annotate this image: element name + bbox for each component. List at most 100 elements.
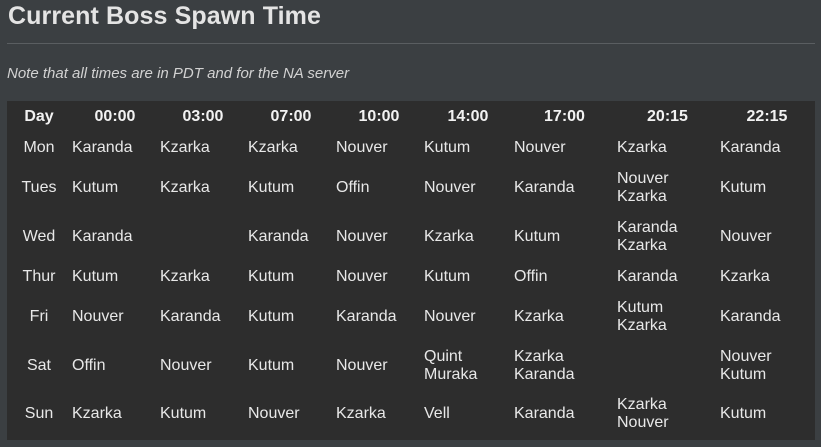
boss-name: Kutum	[72, 178, 119, 196]
boss-name: Karanda	[514, 178, 575, 196]
boss-name: Kzarka	[72, 405, 122, 422]
boss-name: Kzarka	[514, 308, 564, 325]
boss-name: Karanda	[248, 228, 309, 245]
boss-cell	[616, 343, 719, 389]
boss-name: Karanda	[720, 139, 781, 156]
boss-cell: Kutum	[513, 211, 616, 263]
boss-name: Karanda	[72, 228, 133, 245]
boss-cell: Karanda	[335, 291, 423, 343]
table-row: Mon Karanda Kzarka Kzarka Nouver Kutum Nouver K…	[7, 132, 815, 164]
boss-cell: Nouver	[335, 263, 423, 291]
boss-name: Kzarka	[617, 139, 667, 156]
boss-cell: Kutum	[719, 164, 815, 211]
day-cell: Wed	[22, 228, 56, 245]
boss-cell: Karanda	[71, 132, 159, 164]
boss-name: Kzarka	[160, 139, 210, 156]
boss-name: Nouver	[424, 308, 476, 325]
boss-name: Muraka	[424, 366, 478, 383]
boss-cell: Karanda	[71, 211, 159, 263]
boss-cell: Kutum	[423, 132, 513, 164]
boss-name: Nouver	[336, 139, 388, 156]
boss-cell: Kutum	[247, 343, 335, 389]
boss-cell: Kzarka	[719, 263, 815, 291]
boss-cell: Kzarka Karanda	[513, 343, 616, 389]
boss-name: Kutum	[160, 405, 207, 422]
boss-cell: Nouver	[423, 164, 513, 211]
boss-name: Nouver	[72, 308, 124, 325]
day-cell: Sat	[26, 357, 51, 374]
boss-name: Karanda	[617, 268, 678, 285]
header-time: 14:00	[447, 107, 489, 125]
header-time: 22:15	[746, 107, 788, 125]
boss-cell: Karanda	[247, 211, 335, 263]
boss-cell: Kzarka	[71, 389, 159, 439]
boss-cell: Karanda	[513, 164, 616, 211]
boss-cell: Karanda	[719, 132, 815, 164]
boss-name: Kutum	[514, 228, 561, 245]
header-row: Day 00:00 03:00 07:00 10:00 14:00 17:00 …	[7, 101, 815, 132]
boss-name: Kutum	[248, 308, 295, 325]
boss-cell: Nouver	[513, 132, 616, 164]
boss-name: Karanda	[617, 219, 678, 236]
boss-cell: Karanda	[159, 291, 247, 343]
boss-name: Kutum	[720, 366, 767, 383]
boss-name: Kutum	[617, 299, 664, 316]
boss-cell: Nouver	[335, 132, 423, 164]
day-cell: Tues	[21, 178, 57, 196]
boss-cell: Nouver	[335, 343, 423, 389]
boss-name: Nouver	[617, 414, 669, 431]
boss-name: Offin	[514, 268, 548, 285]
boss-name: Nouver	[720, 228, 772, 245]
boss-cell	[159, 211, 247, 263]
boss-name: Kzarka	[617, 187, 667, 205]
boss-name: Vell	[424, 405, 450, 422]
table-row: Fri Nouver Karanda Kutum Karanda Nouver Kzarka…	[7, 291, 815, 343]
boss-cell: Kutum	[247, 263, 335, 291]
header-time: 10:00	[358, 107, 400, 125]
boss-cell: Kzarka	[616, 132, 719, 164]
boss-name: Quint	[424, 348, 463, 365]
boss-name: Kzarka	[160, 178, 210, 196]
boss-cell: Nouver	[71, 291, 159, 343]
boss-name: Nouver	[336, 357, 388, 374]
day-cell: Sun	[24, 405, 54, 422]
boss-cell: Nouver	[335, 211, 423, 263]
boss-name: Kutum	[248, 357, 295, 374]
boss-name: Kzarka	[617, 396, 667, 413]
boss-cell: Vell	[423, 389, 513, 439]
boss-cell: Quint Muraka	[423, 343, 513, 389]
boss-name: Nouver	[160, 357, 212, 374]
table-row: Wed Karanda Karanda Nouver Kzarka Kutum Karand…	[7, 211, 815, 263]
boss-cell: Kutum	[159, 389, 247, 439]
boss-name: Nouver	[336, 228, 388, 245]
header-time: 17:00	[544, 107, 585, 125]
boss-cell: Karanda	[616, 263, 719, 291]
boss-name: Karanda	[160, 308, 221, 325]
boss-cell: Nouver	[247, 389, 335, 439]
boss-name: Nouver	[248, 405, 300, 422]
boss-cell: Kzarka	[159, 164, 247, 211]
boss-cell: Nouver Kzarka	[616, 164, 719, 211]
boss-cell: Karanda	[513, 389, 616, 439]
boss-cell: Kzarka	[159, 132, 247, 164]
boss-name: Kutum	[720, 178, 767, 196]
boss-name: Nouver	[336, 268, 388, 285]
boss-cell: Kutum	[423, 263, 513, 291]
boss-cell: Nouver	[423, 291, 513, 343]
boss-name: Offin	[336, 178, 370, 196]
boss-name: Kutum	[424, 268, 471, 285]
boss-name: Kzarka	[617, 237, 667, 254]
table-row: Tues Kutum Kzarka Kutum Offin Nouver Karanda No…	[7, 164, 815, 211]
boss-name: Offin	[72, 357, 106, 374]
day-cell: Fri	[29, 308, 49, 325]
table-row: Sun Kzarka Kutum Nouver Kzarka Vell Karanda Kza…	[7, 389, 815, 439]
boss-name: Nouver	[514, 139, 566, 156]
boss-schedule-table: Day 00:00 03:00 07:00 10:00 14:00 17:00 …	[7, 101, 815, 439]
boss-name: Kzarka	[160, 268, 210, 285]
header-time: 00:00	[94, 107, 136, 125]
boss-name: Karanda	[336, 308, 397, 325]
boss-cell: Kzarka	[247, 132, 335, 164]
boss-cell: Karanda Kzarka	[616, 211, 719, 263]
boss-name: Kzarka	[514, 348, 564, 365]
boss-name: Kzarka	[424, 228, 474, 245]
